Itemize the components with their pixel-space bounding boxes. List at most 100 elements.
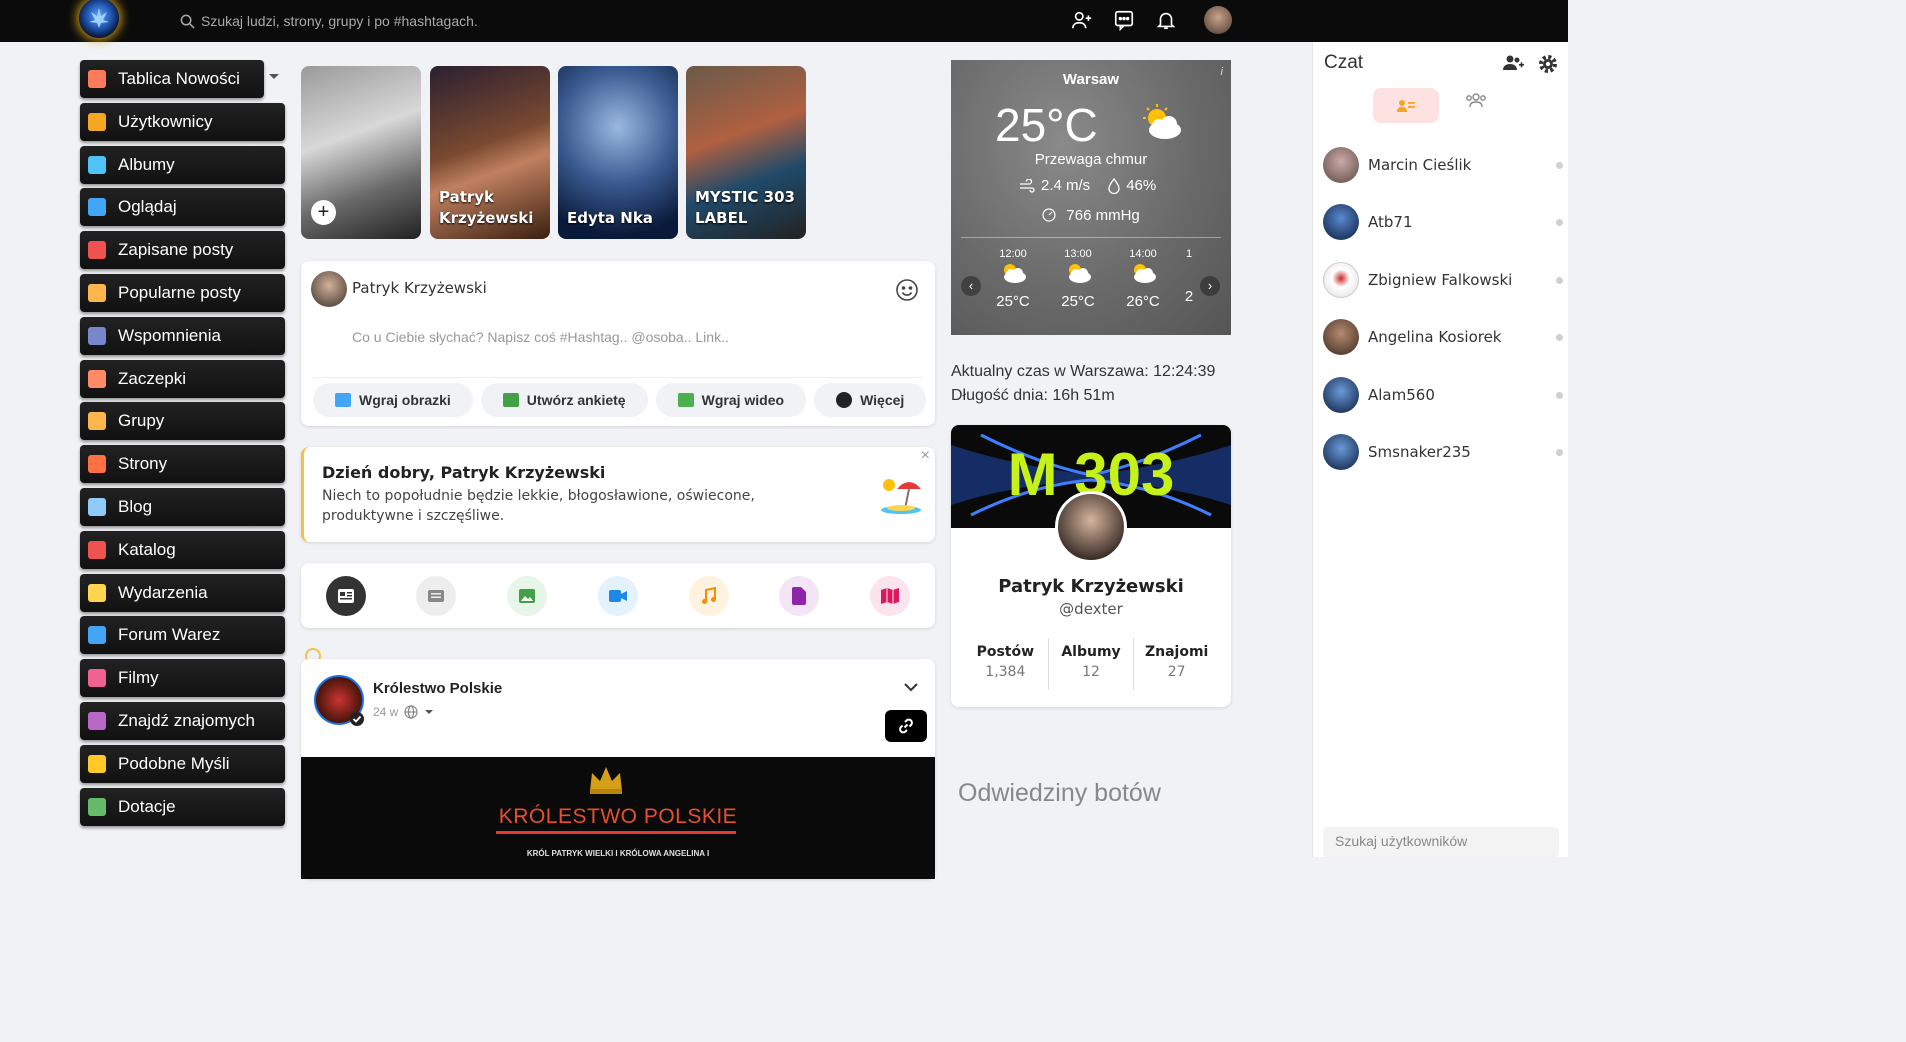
menu-item-filmy[interactable]: Filmy [80,659,285,698]
menu-item-katalog[interactable]: Katalog [80,530,285,569]
stat-label: Znajomi [1144,644,1209,660]
menu-item-znajdz[interactable]: Znajdź znajomych [80,701,285,740]
menu-item-grupy[interactable]: Grupy [80,402,285,441]
upload-images-button[interactable]: Wgraj obrazki [313,383,473,417]
prev-arrow-icon[interactable]: ‹ [961,276,981,296]
photo-icon[interactable] [507,576,547,616]
post-time[interactable]: 24 w [373,705,398,719]
post-input[interactable]: Co u Ciebie słychać? Napisz coś #Hashtag… [352,329,729,345]
tab-groups[interactable] [1465,92,1487,113]
post-image[interactable]: KRÓLESTWO POLSKIE KRÓL PATRYK WIELKI I K… [301,757,935,879]
story-create[interactable]: + [301,66,421,239]
image-icon [335,393,351,407]
menu-item-blog[interactable]: Blog [80,487,285,526]
chat-user[interactable]: Alam560 [1323,375,1563,415]
settings-gear-icon[interactable] [1538,54,1558,74]
emoji-icon[interactable] [895,278,919,307]
upload-video-button[interactable]: Wgraj wideo [655,383,807,417]
add-story-icon[interactable]: + [311,200,336,225]
chevron-down-icon[interactable] [903,679,919,697]
story-item[interactable]: Patryk Krzyżewski [430,66,550,239]
action-label: Wgraj wideo [701,392,785,408]
story-label: Patryk Krzyżewski [439,188,534,227]
next-arrow-icon[interactable]: › [1200,276,1220,296]
plus-circle-icon [836,392,853,408]
file-icon[interactable] [779,576,819,616]
menu-label: Forum Warez [118,625,221,645]
groups-icon [88,412,106,431]
stat-albums[interactable]: Albumy 12 [1047,638,1134,690]
text-icon[interactable] [416,576,456,616]
popular-icon [88,283,106,302]
stat-posts[interactable]: Postów 1,384 [963,638,1048,690]
map-icon[interactable] [870,576,910,616]
link-icon [899,718,913,734]
forecast-hour: 12:00 25°C [988,248,1038,310]
avatar [1323,147,1359,183]
site-logo[interactable] [79,0,119,38]
tab-users[interactable] [1373,88,1439,123]
search-input[interactable]: Szukaj ludzi, strony, grupy i po #hashta… [201,13,478,29]
chat-user[interactable]: Angelina Kosiorek [1323,317,1563,357]
greeting-body: Niech to popołudnie będzie lekkie, błogo… [322,488,755,524]
video-icon [88,198,106,217]
story-item[interactable]: Edyta Nka [558,66,678,239]
post-card: Królestwo Polskie 24 w KRÓLESTWO POLSKIE… [301,659,935,879]
avatar[interactable] [1055,491,1127,563]
menu-item-podobne[interactable]: Podobne Myśli [80,744,285,783]
create-poll-button[interactable]: Utwórz ankietę [480,383,648,417]
link-button[interactable] [885,710,927,742]
menu-item-forum[interactable]: Forum Warez [80,616,285,655]
menu-item-popularne[interactable]: Popularne posty [80,273,285,312]
forecast-time: 12:00 [999,248,1027,260]
news-feed-icon[interactable] [326,576,366,616]
profile-name[interactable]: Patryk Krzyżewski [951,576,1231,597]
status-dot [1556,449,1563,456]
avatar [1323,434,1359,470]
partly-cloudy-icon [1143,104,1181,139]
video-icon[interactable] [598,576,638,616]
menu-item-zaczepki[interactable]: Zaczepki [80,359,285,398]
menu-item-ogladaj[interactable]: Oglądaj [80,188,285,227]
chat-user[interactable]: Atb71 [1323,202,1563,242]
stat-value: 12 [1082,664,1100,680]
weather-wind: 2.4 m/s [1041,177,1091,194]
menu-label: Albumy [118,154,175,174]
forecast-time: 13:00 [1064,248,1092,260]
status-dot [1556,162,1563,169]
menu-label: Tablica Nowości [118,69,240,88]
menu-item-dotacje[interactable]: Dotacje [80,787,285,826]
chat-user[interactable]: Zbigniew Falkowski [1323,260,1563,300]
status-dot [1556,219,1563,226]
chat-user[interactable]: Smsnaker235 [1323,432,1563,472]
forecast-temp: 25°C [996,293,1030,310]
info-icon[interactable]: i [1221,66,1223,78]
menu-item-wspomnienia[interactable]: Wspomnienia [80,316,285,355]
menu-dropdown-icon[interactable] [269,74,279,79]
post-author[interactable]: Królestwo Polskie [373,680,502,697]
composer-user-name: Patryk Krzyżewski [352,279,487,297]
notifications-icon[interactable] [1154,8,1178,32]
user-avatar[interactable] [1204,6,1232,34]
chat-search-input[interactable]: Szukaj użytkowników [1323,827,1559,857]
post-image-title: KRÓLESTWO POLSKIE [498,805,738,828]
menu-item-strony[interactable]: Strony [80,445,285,484]
more-button[interactable]: Więcej [814,383,927,417]
story-item[interactable]: MYSTIC 303 LABEL [686,66,806,239]
add-friend-icon[interactable] [1070,8,1094,32]
menu-label: Katalog [118,539,176,559]
menu-item-tablica[interactable]: Tablica Nowości [80,60,264,98]
close-icon[interactable]: × [921,447,930,465]
stat-friends[interactable]: Znajomi 27 [1133,638,1219,690]
menu-item-uzytkownicy[interactable]: Użytkownicy [80,102,285,141]
privacy-dropdown-icon[interactable] [424,709,434,715]
messages-icon[interactable] [1112,8,1136,32]
menu-item-zapisane[interactable]: Zapisane posty [80,231,285,270]
menu-item-wydarzenia[interactable]: Wydarzenia [80,573,285,612]
add-group-icon[interactable] [1502,54,1524,72]
menu-item-albumy[interactable]: Albumy [80,145,285,184]
search-bar[interactable]: Szukaj ludzi, strony, grupy i po #hashta… [180,8,478,34]
chat-user[interactable]: Marcin Cieślik [1323,145,1563,185]
music-icon[interactable] [689,576,729,616]
chat-user-name: Alam560 [1368,386,1435,404]
